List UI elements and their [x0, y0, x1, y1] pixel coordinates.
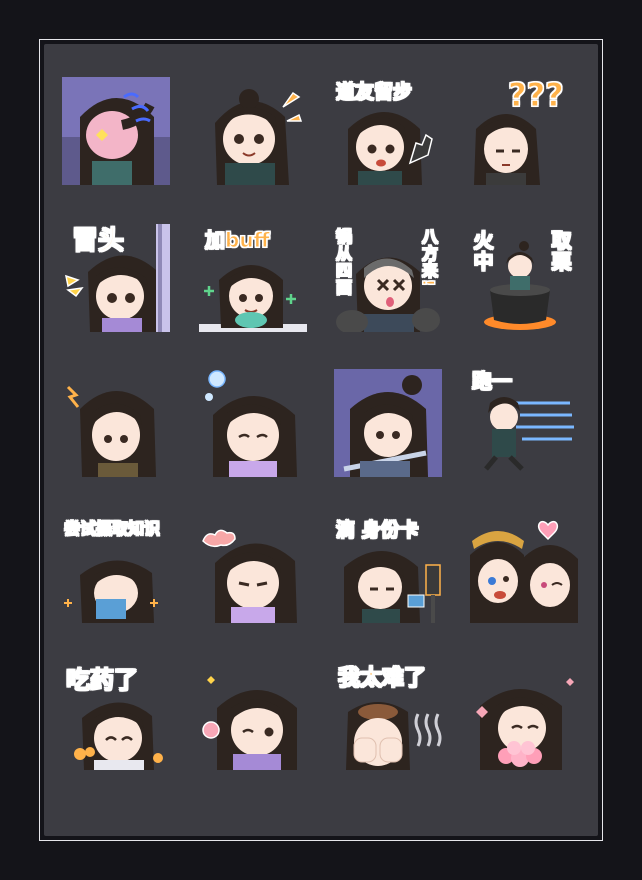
sticker-caption: ???: [508, 77, 565, 114]
sticker-06[interactable]: 加buff: [199, 224, 307, 332]
sticker-caption-left: 锅从四面: [334, 228, 353, 297]
chibi-wink-art: [202, 676, 297, 770]
chibi-duo-art: [470, 521, 578, 623]
chibi-bouquet-art: [476, 678, 574, 770]
sticker-07[interactable]: 锅从四面 八方来!: [334, 224, 442, 332]
sticker-17[interactable]: 吃药了: [62, 662, 170, 770]
sticker-caption: 冒头: [71, 226, 125, 256]
sticker-11[interactable]: [334, 369, 442, 477]
sticker-18[interactable]: [199, 662, 307, 770]
sticker-caption: 滴 身份卡: [336, 519, 420, 541]
sticker-15[interactable]: 滴 身份卡: [334, 515, 442, 623]
sticker-caption: 我太难了: [337, 666, 427, 691]
sticker-14[interactable]: [199, 515, 307, 623]
chibi-sword-art: [334, 369, 442, 477]
sticker-09[interactable]: [62, 369, 170, 477]
sticker-16[interactable]: [470, 515, 578, 623]
sticker-caption: 跑一: [472, 369, 513, 393]
sticker-05[interactable]: 冒头: [62, 224, 170, 332]
sticker-01[interactable]: [62, 77, 170, 185]
sticker-12[interactable]: 跑一: [470, 369, 578, 477]
sticker-08[interactable]: 火中 取栗: [470, 224, 578, 332]
sticker-caption-right: 取栗: [548, 230, 573, 273]
sticker-04[interactable]: ???: [470, 77, 578, 185]
chibi-thinking-art: [66, 385, 156, 477]
sticker-caption: 吃药了: [66, 666, 139, 694]
sticker-caption: 尝试摄取知识: [64, 518, 161, 538]
sticker-02[interactable]: [199, 77, 307, 185]
sticker-caption-left: 火中: [470, 230, 495, 273]
sticker-10[interactable]: [199, 369, 307, 477]
chibi-pout-art: [205, 370, 297, 477]
sticker-19[interactable]: 我太难了: [334, 662, 442, 770]
chibi-shocked-art: [62, 77, 170, 185]
chibi-angry-art: [202, 529, 297, 623]
sticker-caption: 道友留步: [335, 81, 413, 103]
sticker-03[interactable]: 道友留步: [334, 77, 442, 185]
sticker-caption-right: 八方来!: [419, 227, 439, 288]
sticker-13[interactable]: 尝试摄取知识: [62, 515, 170, 623]
sticker-caption: 加buff: [205, 228, 271, 252]
chibi-smirk-art: [215, 89, 303, 185]
sticker-20[interactable]: [470, 662, 578, 770]
